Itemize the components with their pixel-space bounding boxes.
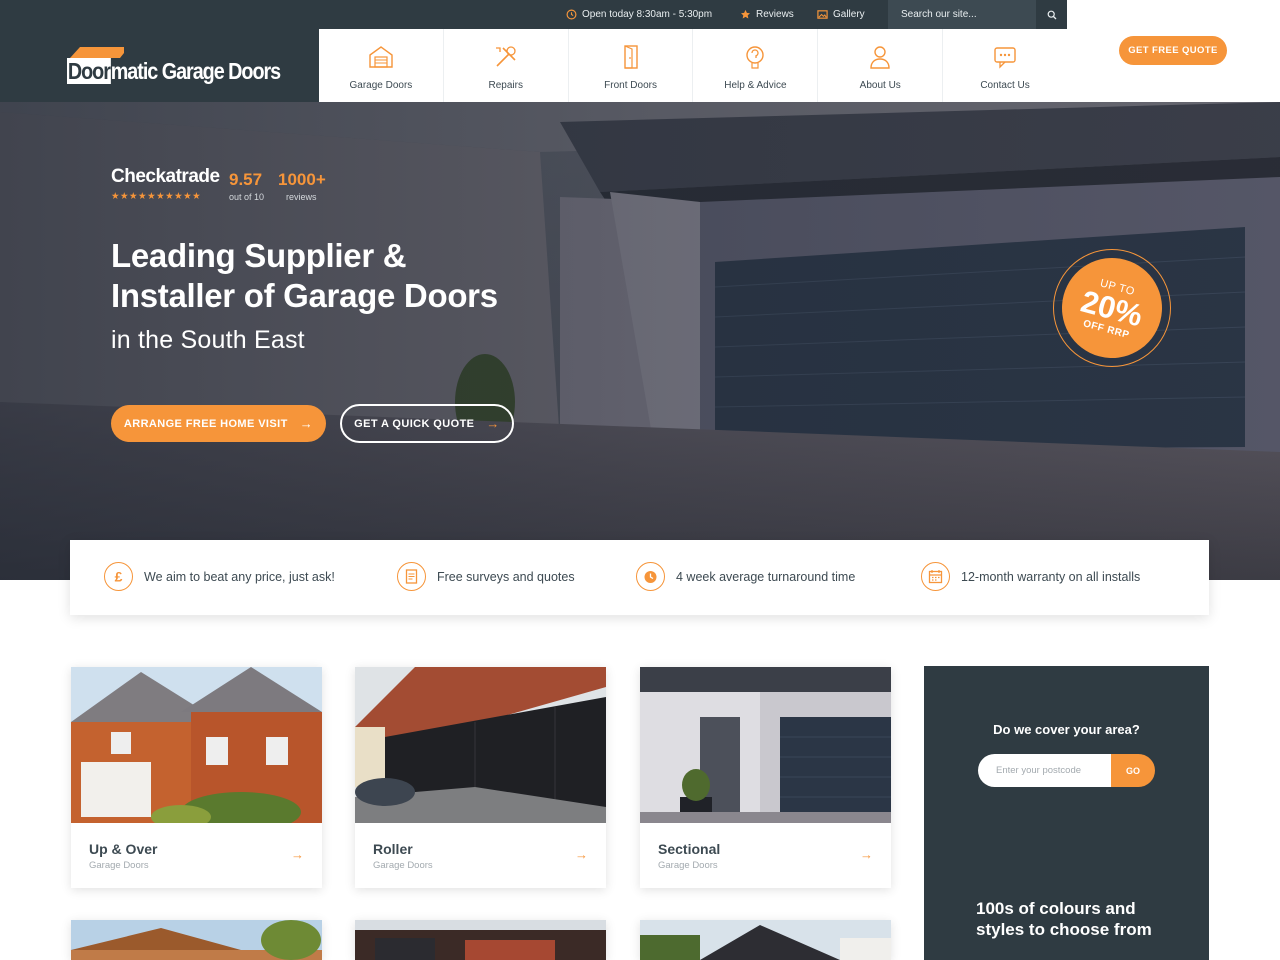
arrow-right-icon: → bbox=[486, 416, 500, 431]
usp-item: 4 week average turnaround time bbox=[636, 562, 855, 591]
nav-label: Front Doors bbox=[604, 80, 657, 91]
product-name: Sectional bbox=[658, 841, 721, 857]
quick-quote-button[interactable]: GET A QUICK QUOTE → bbox=[340, 404, 514, 443]
discount-badge: UP TO 20% OFF RRP bbox=[1050, 246, 1174, 370]
nav-garage-doors[interactable]: Garage Doors bbox=[319, 29, 444, 102]
roof-logo-mark bbox=[70, 47, 124, 58]
quick-quote-label: GET A QUICK QUOTE bbox=[354, 417, 475, 430]
hero-title-line-1: Leading Supplier & bbox=[111, 237, 407, 274]
product-category: Garage Doors bbox=[658, 860, 718, 871]
hero-title: Leading Supplier & Installer of Garage D… bbox=[111, 236, 498, 316]
nav-front-doors[interactable]: Front Doors bbox=[569, 29, 694, 102]
nav-label: Garage Doors bbox=[349, 80, 413, 91]
area-check-title: Do we cover your area? bbox=[993, 722, 1140, 737]
rating-stars: ★★★★★★★★★★ bbox=[111, 191, 202, 202]
rating-score: 9.57 bbox=[229, 170, 263, 189]
logo-rest-text: matic Garage Doors bbox=[110, 58, 281, 84]
product-card-up-over[interactable]: Up & Over Garage Doors → bbox=[71, 667, 322, 888]
help-icon bbox=[746, 46, 765, 69]
product-card-partial[interactable] bbox=[640, 920, 891, 960]
search-icon bbox=[1047, 10, 1056, 19]
tools-icon bbox=[495, 46, 516, 67]
reviews-link-label: Reviews bbox=[756, 9, 794, 20]
product-category: Garage Doors bbox=[89, 860, 149, 871]
nav-label: Help & Advice bbox=[724, 80, 787, 91]
star-icon bbox=[741, 9, 750, 19]
gallery-link[interactable]: Gallery bbox=[817, 0, 865, 29]
svg-text:£: £ bbox=[115, 569, 123, 585]
image-icon bbox=[817, 10, 828, 19]
hero-subtitle: in the South East bbox=[111, 326, 305, 354]
usp-item: Free surveys and quotes bbox=[397, 562, 575, 591]
nav-repairs[interactable]: Repairs bbox=[444, 29, 569, 102]
postcode-form: GO bbox=[978, 754, 1155, 787]
calendar-icon bbox=[921, 562, 950, 591]
nav-help-advice[interactable]: Help & Advice bbox=[693, 29, 819, 102]
hero-title-line-2: Installer of Garage Doors bbox=[111, 277, 498, 314]
nav-contact-us[interactable]: Contact Us bbox=[943, 29, 1067, 102]
product-category: Garage Doors bbox=[373, 860, 433, 871]
arrange-home-visit-button[interactable]: ARRANGE FREE HOME VISIT → bbox=[111, 405, 326, 442]
nav-label: Repairs bbox=[488, 80, 523, 91]
document-icon bbox=[397, 562, 426, 591]
review-count-caption: reviews bbox=[286, 192, 317, 202]
usp-strip: £ We aim to beat any price, just ask! Fr… bbox=[70, 540, 1209, 615]
logo-wordmark: Doormatic Garage Doors bbox=[67, 58, 281, 85]
usp-text: We aim to beat any price, just ask! bbox=[144, 569, 335, 584]
product-name: Roller bbox=[373, 841, 413, 857]
usp-item: 12-month warranty on all installs bbox=[921, 562, 1140, 591]
get-free-quote-button[interactable]: GET FREE QUOTE bbox=[1119, 36, 1227, 65]
door-icon bbox=[623, 45, 638, 69]
product-card-roller[interactable]: Roller Garage Doors → bbox=[355, 667, 606, 888]
area-check-panel: Do we cover your area? GO 100s of colour… bbox=[924, 666, 1209, 960]
nav-label: Contact Us bbox=[980, 80, 1030, 91]
arrow-right-icon: → bbox=[291, 847, 304, 862]
product-card-partial[interactable] bbox=[71, 920, 322, 960]
arrow-right-icon: → bbox=[575, 847, 588, 862]
review-count: 1000+ bbox=[278, 170, 326, 189]
rating-score-caption: out of 10 bbox=[229, 192, 265, 202]
product-image bbox=[71, 667, 322, 823]
colours-promo-text: 100s of colours and styles to choose fro… bbox=[976, 899, 1152, 939]
chat-icon bbox=[994, 47, 1016, 69]
gallery-link-label: Gallery bbox=[833, 9, 865, 20]
product-image bbox=[355, 667, 606, 823]
usp-text: 4 week average turnaround time bbox=[676, 569, 856, 584]
opening-hours-text: Open today 8:30am - 5:30pm bbox=[582, 9, 713, 20]
opening-hours: Open today 8:30am - 5:30pm bbox=[566, 0, 712, 29]
pound-icon: £ bbox=[104, 562, 133, 591]
usp-item: £ We aim to beat any price, just ask! bbox=[104, 562, 335, 591]
clock-icon bbox=[636, 562, 665, 591]
arrange-home-visit-label: ARRANGE FREE HOME VISIT bbox=[123, 417, 288, 430]
site-logo[interactable]: Doormatic Garage Doors bbox=[67, 45, 281, 90]
product-card-sectional[interactable]: Sectional Garage Doors → bbox=[640, 667, 891, 888]
hero-banner: Checkatrade ★★★★★★★★★★ 9.57 out of 10 10… bbox=[0, 102, 1280, 580]
top-bar: Open today 8:30am - 5:30pm Reviews Galle… bbox=[0, 0, 1067, 29]
postcode-go-button[interactable]: GO bbox=[1111, 754, 1155, 787]
search-input[interactable] bbox=[888, 9, 1033, 20]
checkatrade-rating: Checkatrade ★★★★★★★★★★ 9.57 out of 10 10… bbox=[111, 166, 326, 202]
user-icon bbox=[870, 46, 890, 69]
arrow-right-icon: → bbox=[299, 416, 314, 431]
postcode-input[interactable] bbox=[978, 754, 1111, 787]
product-card-partial[interactable] bbox=[355, 920, 606, 960]
nav-label: About Us bbox=[859, 80, 901, 91]
garage-icon bbox=[369, 46, 393, 68]
main-nav: Garage Doors Repairs Front Doors Help & … bbox=[319, 29, 1067, 102]
arrow-right-icon: → bbox=[860, 847, 873, 862]
reviews-link[interactable]: Reviews bbox=[740, 0, 794, 29]
usp-text: 12-month warranty on all installs bbox=[961, 569, 1141, 584]
usp-text: Free surveys and quotes bbox=[437, 569, 575, 584]
checkatrade-logo: Checkatrade bbox=[111, 166, 220, 187]
nav-about-us[interactable]: About Us bbox=[818, 29, 944, 102]
search-button[interactable] bbox=[1036, 0, 1067, 29]
product-image bbox=[640, 667, 891, 823]
clock-icon bbox=[566, 9, 577, 20]
logo-door-text: Door bbox=[67, 58, 111, 84]
product-name: Up & Over bbox=[89, 841, 158, 857]
